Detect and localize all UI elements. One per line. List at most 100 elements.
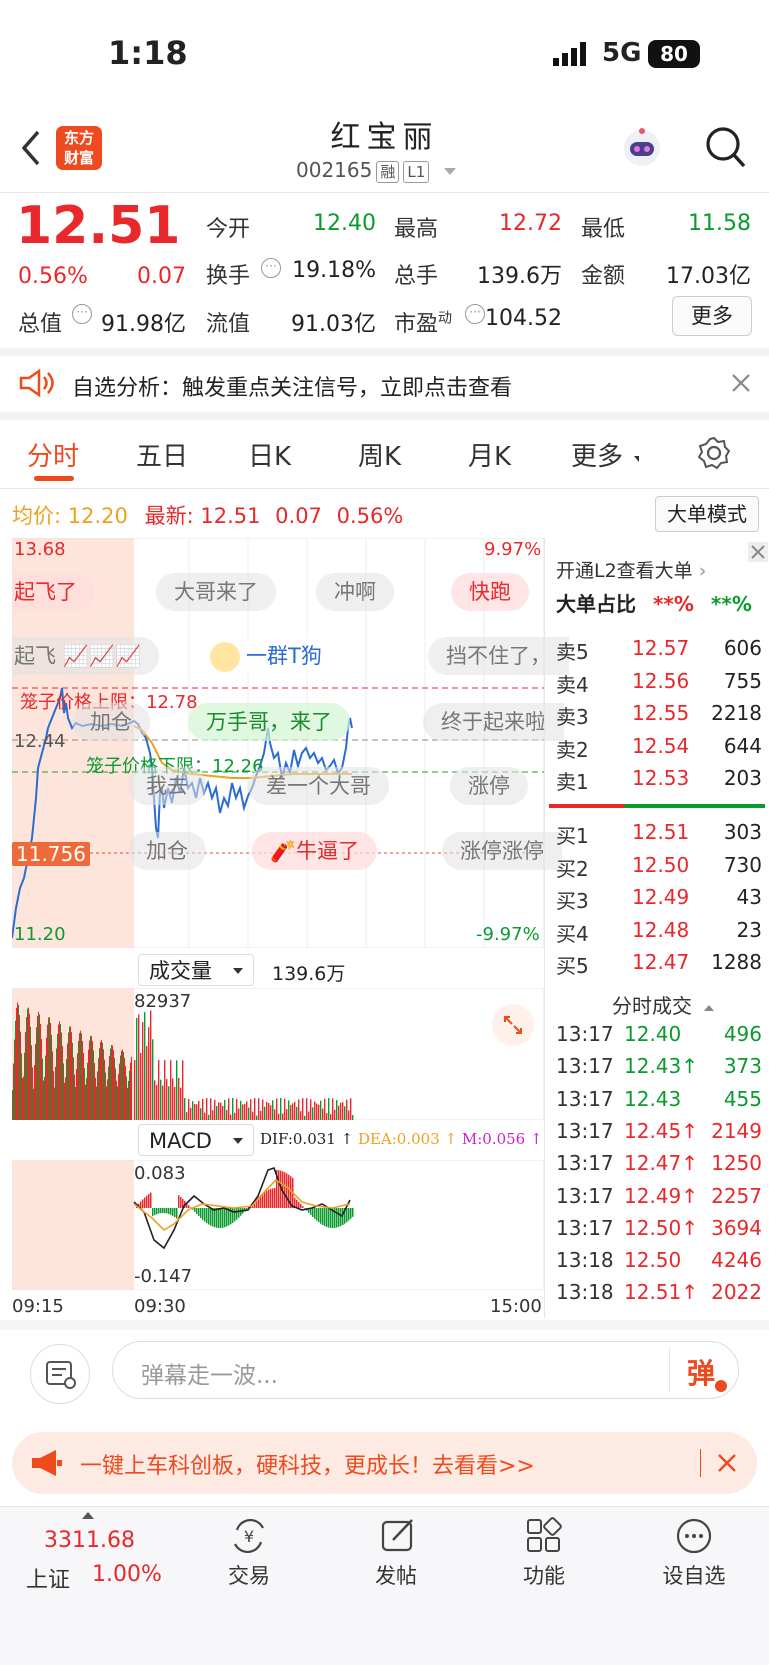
big-order-mode-button[interactable]: 大单模式 bbox=[655, 496, 759, 532]
index-value[interactable]: 3311.68 bbox=[44, 1528, 135, 1553]
index-caret-icon bbox=[82, 1512, 94, 1519]
volume-bar bbox=[172, 1078, 174, 1120]
volume-bar bbox=[300, 1111, 302, 1120]
volume-bar bbox=[68, 1032, 69, 1120]
volume-bar bbox=[53, 1071, 54, 1120]
macd-bar bbox=[236, 1208, 238, 1220]
info-dots-icon[interactable]: ··· bbox=[72, 304, 92, 324]
ask-row[interactable]: 卖5 12.57 606 bbox=[556, 636, 762, 668]
orderbook-close-icon[interactable] bbox=[748, 542, 768, 562]
volume-bar bbox=[128, 1080, 129, 1120]
volume-bar bbox=[61, 1032, 62, 1120]
volume-bar bbox=[196, 1104, 198, 1120]
tab-month-k[interactable]: 月K bbox=[468, 436, 511, 473]
search-icon[interactable] bbox=[704, 124, 748, 172]
close-icon[interactable] bbox=[730, 372, 752, 394]
more-dots-icon[interactable]: ··· bbox=[261, 258, 281, 278]
bid-row[interactable]: 买1 12.51 303 bbox=[556, 820, 762, 852]
bid-row[interactable]: 买4 12.48 23 bbox=[556, 918, 762, 950]
macd-bar bbox=[272, 1188, 274, 1208]
macd-bar bbox=[210, 1208, 212, 1226]
danmu-input[interactable]: 弹幕走一波... 弹 bbox=[112, 1341, 739, 1399]
ad-close-icon[interactable] bbox=[716, 1452, 738, 1474]
settings-gear-icon[interactable] bbox=[697, 436, 731, 470]
volume-bar bbox=[109, 1055, 110, 1120]
volume-bar bbox=[148, 1027, 150, 1120]
danmu-send-button[interactable]: 弹 bbox=[687, 1352, 728, 1392]
ask-volume: 203 bbox=[723, 766, 762, 790]
volume-selector[interactable]: 成交量 bbox=[138, 954, 254, 986]
volume-bar bbox=[87, 1062, 88, 1120]
trades-title[interactable]: 分时成交 bbox=[612, 990, 715, 1019]
ask-row[interactable]: 卖2 12.54 644 bbox=[556, 734, 762, 766]
ad-banner[interactable]: 一键上车科创板，硬科技，更成长！去看看>> bbox=[12, 1432, 757, 1494]
trade-volume: 2257 bbox=[711, 1183, 762, 1208]
expand-icon[interactable] bbox=[492, 1004, 534, 1046]
bid-row[interactable]: 买3 12.49 43 bbox=[556, 885, 762, 917]
danmu-list-icon[interactable] bbox=[30, 1344, 90, 1404]
macd-bar bbox=[160, 1208, 162, 1214]
volume-bar bbox=[248, 1107, 250, 1120]
volume-bar bbox=[176, 1060, 178, 1120]
index-name[interactable]: 上证 bbox=[26, 1562, 70, 1594]
tab-week-k[interactable]: 周K bbox=[358, 436, 401, 473]
volume-bar bbox=[113, 1049, 114, 1120]
volume-bar bbox=[123, 1051, 124, 1120]
ask-price: 12.55 bbox=[632, 701, 690, 725]
volume-bar bbox=[284, 1098, 286, 1120]
watchlist-nav-item[interactable]: 设自选 bbox=[634, 1516, 754, 1596]
danmu-bullet-text: 起飞 bbox=[14, 644, 56, 668]
macd-selector[interactable]: MACD bbox=[138, 1124, 254, 1156]
bid-volume: 730 bbox=[723, 852, 762, 877]
network-label: 5G bbox=[602, 38, 642, 68]
ask-row[interactable]: 卖4 12.56 755 bbox=[556, 669, 762, 701]
trade-nav-item[interactable]: ¥ 交易 bbox=[189, 1516, 309, 1596]
l2-promo-link[interactable]: 开通L2查看大单 › bbox=[556, 556, 706, 583]
trade-row: 13:18 12.50 4246 bbox=[556, 1248, 762, 1280]
volume-bar bbox=[134, 1060, 136, 1120]
index-pct[interactable]: 1.00% bbox=[92, 1562, 162, 1587]
tab-intraday[interactable]: 分时 bbox=[27, 436, 79, 473]
trade-volume: 496 bbox=[723, 1022, 762, 1046]
volume-bar bbox=[288, 1100, 290, 1120]
volume-bar bbox=[316, 1103, 318, 1120]
stock-code-row[interactable]: 002165 融 L1 bbox=[296, 158, 456, 183]
volume-bar bbox=[286, 1109, 288, 1120]
volume-bar bbox=[326, 1113, 328, 1120]
bid-row[interactable]: 买5 12.47 1288 bbox=[556, 950, 762, 982]
volume-bar bbox=[174, 1087, 176, 1120]
post-nav-item[interactable]: 发帖 bbox=[336, 1516, 456, 1596]
volume-bar bbox=[192, 1101, 194, 1120]
bid-volume: 23 bbox=[736, 917, 762, 942]
volume-bar bbox=[99, 1048, 100, 1120]
ask-row[interactable]: 卖1 12.53 203 bbox=[556, 766, 762, 798]
x-open: 09:30 bbox=[134, 1296, 186, 1317]
more-button[interactable]: 更多 bbox=[672, 296, 752, 336]
volume-chart[interactable] bbox=[12, 988, 544, 1120]
volume-bar bbox=[39, 1014, 40, 1120]
volume-bar bbox=[214, 1099, 216, 1120]
chevron-down-icon bbox=[443, 168, 456, 175]
ask-row[interactable]: 卖3 12.55 2218 bbox=[556, 701, 762, 733]
ask-level: 卖4 bbox=[556, 672, 589, 697]
robot-avatar-icon[interactable] bbox=[620, 126, 664, 170]
ask-price: 12.53 bbox=[632, 766, 690, 790]
yuan-exchange-icon: ¥ bbox=[234, 1518, 264, 1554]
macd-bar bbox=[322, 1208, 324, 1226]
macd-chart[interactable] bbox=[12, 1160, 544, 1290]
pe-dots-icon[interactable]: ··· bbox=[465, 304, 485, 324]
tab-day-k[interactable]: 日K bbox=[248, 436, 291, 473]
volume-bar bbox=[146, 1046, 148, 1120]
trade-price: 12.45↑ bbox=[624, 1118, 699, 1143]
amount-value: 17.03亿 bbox=[666, 264, 751, 289]
mktcap-label: 总值 bbox=[18, 312, 63, 337]
tab-more[interactable]: 更多 bbox=[571, 436, 623, 473]
danmu-bullet: 🧨牛逼了 bbox=[252, 832, 378, 870]
bid-row[interactable]: 买2 12.50 730 bbox=[556, 853, 762, 885]
function-nav-item[interactable]: 功能 bbox=[484, 1516, 604, 1596]
danmu-bullet: 加仓 bbox=[72, 703, 150, 741]
ask-price: 12.56 bbox=[632, 668, 690, 693]
notice-text[interactable]: 自选分析：触发重点关注信号，立即点击查看 bbox=[72, 370, 512, 402]
rocket-icons: 📈📈📈 bbox=[62, 644, 142, 668]
tab-five-day[interactable]: 五日 bbox=[136, 436, 188, 473]
